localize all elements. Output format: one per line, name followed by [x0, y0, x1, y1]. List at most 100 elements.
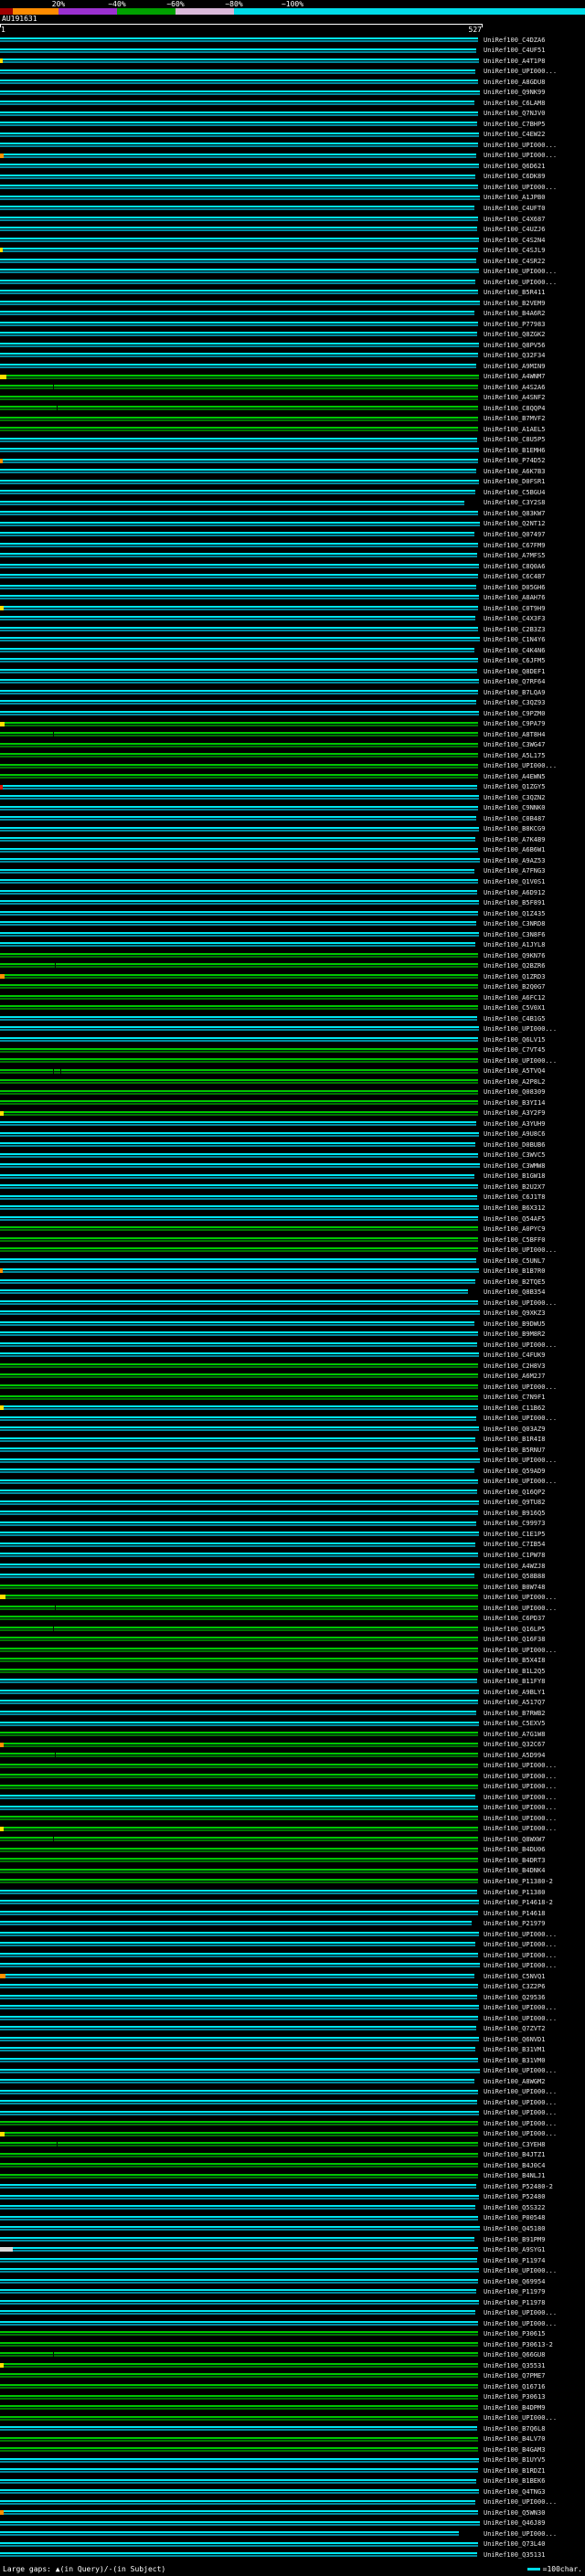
hit-label[interactable]: UniRef100_UPI000... [484, 2120, 557, 2127]
hit-bar[interactable] [0, 2531, 459, 2537]
hit-bar[interactable] [0, 605, 478, 610]
hit-bar[interactable] [0, 1511, 478, 1516]
hit-label[interactable]: UniRef100_UPI000... [484, 1794, 557, 1801]
hit-label[interactable]: UniRef100_UPI000... [484, 2309, 557, 2316]
hit-bar[interactable] [0, 1626, 478, 1631]
hit-bar[interactable] [0, 458, 478, 463]
hit-label[interactable]: UniRef100_Q9NK99 [484, 89, 545, 96]
hit-label[interactable]: UniRef100_B4NLJ1 [484, 2172, 545, 2179]
hit-bar[interactable] [0, 1837, 478, 1842]
hit-label[interactable]: UniRef100_P11380-2 [484, 1878, 553, 1885]
hit-bar[interactable] [0, 437, 477, 442]
hit-label[interactable]: UniRef100_Q16LP5 [484, 1626, 545, 1633]
hit-bar[interactable] [0, 2405, 478, 2411]
hit-bar[interactable] [0, 1994, 477, 1999]
hit-bar[interactable] [0, 1026, 479, 1032]
hit-label[interactable]: UniRef100_UPI000... [484, 1647, 557, 1654]
hit-bar[interactable] [0, 1005, 478, 1011]
hit-bar[interactable] [0, 1373, 478, 1379]
hit-label[interactable]: UniRef100_UPI000... [484, 1783, 557, 1790]
hit-bar[interactable] [0, 1584, 478, 1589]
hit-bar[interactable] [0, 2552, 477, 2558]
hit-label[interactable]: UniRef100_C5UNL7 [484, 1257, 545, 1265]
hit-bar[interactable] [0, 321, 478, 326]
hit-bar[interactable] [0, 2152, 478, 2157]
hit-bar[interactable] [0, 1595, 478, 1600]
hit-label[interactable]: UniRef100_UPI000... [484, 2109, 557, 2116]
hit-bar[interactable] [0, 879, 478, 885]
hit-label[interactable]: UniRef100_C8Q0A6 [484, 563, 545, 570]
hit-bar[interactable] [0, 2173, 478, 2178]
hit-label[interactable]: UniRef100_B916Q5 [484, 1510, 545, 1517]
hit-bar[interactable] [0, 2499, 475, 2505]
hit-bar[interactable] [0, 153, 476, 158]
hit-bar[interactable] [0, 868, 474, 874]
hit-bar[interactable] [0, 952, 478, 958]
hit-bar[interactable] [0, 2215, 478, 2221]
hit-label[interactable]: UniRef100_C3NRD8 [484, 920, 545, 928]
hit-bar[interactable] [0, 1089, 478, 1095]
hit-bar[interactable] [0, 2383, 478, 2389]
hit-bar[interactable] [0, 595, 479, 600]
hit-label[interactable]: UniRef100_C9PZM0 [484, 710, 545, 717]
hit-bar[interactable] [0, 2036, 479, 2041]
hit-label[interactable]: UniRef100_A1JPB0 [484, 194, 545, 201]
hit-label[interactable]: UniRef100_B1B7R0 [484, 1267, 545, 1275]
hit-bar[interactable] [0, 1563, 480, 1568]
hit-label[interactable]: UniRef100_B1RDZ1 [484, 2467, 545, 2475]
hit-label[interactable]: UniRef100_UPI000... [484, 2015, 557, 2022]
hit-label[interactable]: UniRef100_A5D994 [484, 1752, 545, 1759]
hit-bar[interactable] [0, 374, 479, 379]
hit-bar[interactable] [0, 2436, 478, 2442]
hit-label[interactable]: UniRef100_B31VM1 [484, 2046, 545, 2053]
hit-label[interactable]: UniRef100_C4EW22 [484, 131, 545, 138]
hit-label[interactable]: UniRef100_C3QZ93 [484, 699, 545, 706]
hit-bar[interactable] [0, 469, 476, 474]
hit-label[interactable]: UniRef100_C67FM9 [484, 542, 545, 549]
hit-bar[interactable] [0, 237, 479, 242]
hit-label[interactable]: UniRef100_P00548 [484, 2214, 545, 2221]
hit-bar[interactable] [0, 1278, 475, 1284]
hit-label[interactable]: UniRef100_B5X4I8 [484, 1657, 545, 1664]
hit-bar[interactable] [0, 1721, 479, 1726]
hit-bar[interactable] [0, 2320, 478, 2326]
hit-label[interactable]: UniRef100_UPI000... [484, 1057, 557, 1065]
hit-label[interactable]: UniRef100_A4WZJ8 [484, 1563, 545, 1570]
hit-bar[interactable] [0, 1742, 478, 1747]
hit-label[interactable]: UniRef100_UPI000... [484, 1341, 557, 1349]
hit-bar[interactable] [0, 1415, 476, 1421]
hit-label[interactable]: UniRef100_C4FUK9 [484, 1352, 545, 1359]
hit-bar[interactable] [0, 1068, 478, 1074]
hit-bar[interactable] [0, 1226, 478, 1232]
hit-label[interactable]: UniRef100_Q7NJV0 [484, 110, 545, 117]
hit-label[interactable]: UniRef100_P30615 [484, 2330, 545, 2337]
hit-label[interactable]: UniRef100_P14618-2 [484, 1899, 553, 1906]
hit-label[interactable]: UniRef100_C4X687 [484, 216, 545, 223]
hit-bar[interactable] [0, 847, 478, 853]
hit-bar[interactable] [0, 311, 474, 316]
hit-label[interactable]: UniRef100_Q1V0S1 [484, 878, 545, 885]
hit-label[interactable]: UniRef100_UPI000... [484, 1804, 557, 1811]
hit-bar[interactable] [0, 1826, 478, 1831]
hit-bar[interactable] [0, 2131, 478, 2136]
hit-label[interactable]: UniRef100_Q32C67 [484, 1741, 545, 1748]
hit-label[interactable]: UniRef100_C1E1P5 [484, 1531, 545, 1538]
hit-bar[interactable] [0, 101, 474, 106]
hit-label[interactable]: UniRef100_UPI000... [484, 1931, 557, 1938]
hit-bar[interactable] [0, 858, 480, 864]
hit-bar[interactable] [0, 984, 478, 990]
hit-bar[interactable] [0, 1889, 477, 1894]
hit-label[interactable]: UniRef100_C5BFF0 [484, 1236, 545, 1244]
hit-label[interactable]: UniRef100_B9M8R2 [484, 1330, 545, 1338]
hit-label[interactable]: UniRef100_A4EWN5 [484, 773, 545, 780]
hit-bar[interactable] [0, 2310, 475, 2316]
hit-label[interactable]: UniRef100_Q6NVD1 [484, 2036, 545, 2043]
hit-label[interactable]: UniRef100_UPI000... [484, 1246, 557, 1254]
hit-bar[interactable] [0, 2236, 474, 2242]
hit-label[interactable]: UniRef100_Q07497 [484, 531, 545, 538]
hit-label[interactable]: UniRef100_UPI000... [484, 1605, 557, 1612]
hit-bar[interactable] [0, 1479, 478, 1484]
hit-label[interactable]: UniRef100_B4JTZ1 [484, 2151, 545, 2158]
hit-label[interactable]: UniRef100_A9BLY1 [484, 1689, 545, 1696]
hit-label[interactable]: UniRef100_UPI000... [484, 1941, 557, 1948]
